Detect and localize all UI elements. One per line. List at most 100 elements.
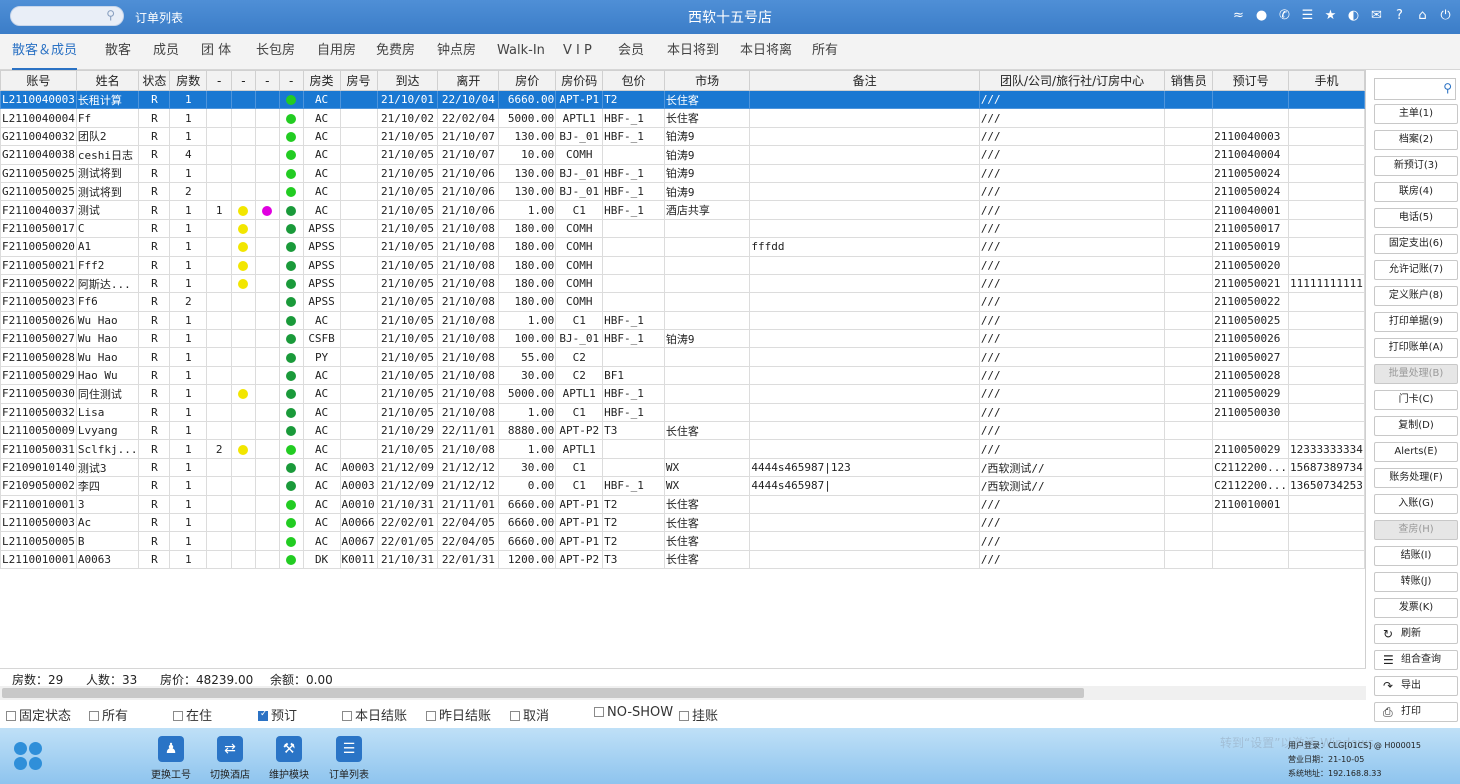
column-header[interactable]: 手机 <box>1288 70 1365 91</box>
table-row[interactable]: F2110040037 测试 R 1 1 AC 21/10/05 21/10/06 1.00 C1… <box>0 200 1365 220</box>
chat-icon[interactable]: ● <box>1253 7 1270 25</box>
change-operator-button[interactable]: ♟ 更换工号 <box>145 736 197 781</box>
column-header[interactable]: 市场 <box>663 70 751 91</box>
table-row[interactable]: L2110010001 A0063 R 1 DK K0011 21/10/31 22/01/3… <box>0 549 1365 570</box>
table-row[interactable]: L2110050005 B R 1 AC A0067 22/01/05 22/04/05 666… <box>0 531 1365 551</box>
filter-checkbox[interactable]: 取消 <box>510 705 549 724</box>
sidebar-tool-button[interactable]: ↷ 导出 <box>1374 676 1458 696</box>
table-row[interactable]: G2110050025 测试将到 R 1 AC 21/10/05 21/10/06 130.0… <box>0 163 1365 183</box>
column-header[interactable]: 离开 <box>437 70 500 91</box>
sidebar-action-button[interactable]: 账务处理(F) <box>1374 468 1458 488</box>
checkbox-icon[interactable] <box>258 709 268 721</box>
table-row[interactable]: F2110050032 Lisa R 1 AC 21/10/05 21/10/08 1.00 C… <box>0 402 1365 423</box>
column-header[interactable]: 团队/公司/旅行社/订房中心 <box>978 70 1166 91</box>
table-row[interactable]: L2110040003 长租计算 R 1 AC 21/10/01 22/10/04 6660.… <box>0 89 1365 110</box>
sidebar-action-button[interactable]: 固定支出(6) <box>1374 234 1458 254</box>
sidebar-action-button[interactable]: 查房(H) <box>1374 520 1458 540</box>
sidebar-action-button[interactable]: 批量处理(B) <box>1374 364 1458 384</box>
filter-checkbox[interactable]: 固定状态 <box>6 705 71 724</box>
tab-walkin[interactable]: 散客 <box>105 34 131 70</box>
checkbox-icon[interactable] <box>89 711 99 721</box>
phone-icon[interactable]: ✆ <box>1276 7 1293 25</box>
checkbox-icon[interactable] <box>679 711 689 721</box>
checkbox-icon[interactable] <box>426 711 436 721</box>
search-icon[interactable]: ⚲ <box>1443 81 1452 95</box>
checkbox-icon[interactable] <box>6 711 16 721</box>
column-header[interactable]: 备注 <box>749 70 980 91</box>
filter-checkbox[interactable]: 预订 <box>258 705 297 724</box>
scrollbar-thumb[interactable] <box>2 688 1084 698</box>
sidebar-action-button[interactable]: 允许记账(7) <box>1374 260 1458 280</box>
wifi-icon[interactable]: ≈ <box>1230 7 1247 25</box>
table-row[interactable]: F2110050029 Hao Wu R 1 AC 21/10/05 21/10/08 30.… <box>0 365 1365 386</box>
sidebar-action-button[interactable]: 新预订(3) <box>1374 156 1458 176</box>
column-header[interactable]: - <box>278 70 304 91</box>
tab-walk-in[interactable]: Walk-In <box>497 34 545 70</box>
filter-checkbox[interactable]: 本日结账 <box>342 705 407 724</box>
sidebar-tool-button[interactable]: ↻ 刷新 <box>1374 624 1458 644</box>
tab-long-stay[interactable]: 长包房 <box>256 34 295 70</box>
sidebar-action-button[interactable]: 打印单据(9) <box>1374 312 1458 332</box>
column-header[interactable]: 账号 <box>0 70 77 91</box>
column-header[interactable]: 房价码 <box>555 70 604 91</box>
star-icon[interactable]: ★ <box>1322 7 1339 25</box>
checkbox-icon[interactable] <box>173 711 183 721</box>
table-row[interactable]: F2109050002 李四 R 1 AC A0003 21/12/09 21/12/12 0.… <box>0 476 1365 496</box>
table-row[interactable]: G2110050025 测试将到 R 2 AC 21/10/05 21/10/06 130.0… <box>0 181 1365 202</box>
column-header[interactable]: - <box>231 70 256 91</box>
horizontal-scrollbar[interactable] <box>0 686 1366 700</box>
tab-hourly[interactable]: 钟点房 <box>437 34 476 70</box>
column-header[interactable]: 房数 <box>169 70 208 91</box>
sidebar-action-button[interactable]: 发票(K) <box>1374 598 1458 618</box>
sidebar-action-button[interactable]: 电话(5) <box>1374 208 1458 228</box>
tab-complimentary[interactable]: 免费房 <box>376 34 415 70</box>
table-row[interactable]: F2110050023 Ff6 R 2 APSS 21/10/05 21/10/08 180.… <box>0 292 1365 312</box>
search-icon[interactable]: ⚲ <box>106 8 115 22</box>
power-icon[interactable]: ⏻ <box>1437 7 1454 25</box>
table-row[interactable]: F2110050027 Wu Hao R 1 CSFB 21/10/05 21/10/08 1… <box>0 329 1365 349</box>
global-search-input[interactable]: ⚲ <box>10 6 124 26</box>
column-header[interactable]: 包价 <box>602 70 665 91</box>
sidebar-tool-button[interactable]: ☰ 组合查询 <box>1374 650 1458 670</box>
tab-group[interactable]: 团 体 <box>201 34 231 70</box>
table-row[interactable]: F2110050021 Fff2 R 1 APSS 21/10/05 21/10/08 180… <box>0 255 1365 275</box>
column-header[interactable]: - <box>254 70 280 91</box>
column-header[interactable]: 预订号 <box>1212 70 1290 91</box>
checkbox-icon[interactable] <box>510 711 520 721</box>
table-row[interactable]: F2110050030 同住测试 R 1 AC 21/10/05 21/10/08 5000.… <box>0 384 1365 404</box>
tab-all[interactable]: 所有 <box>812 34 838 70</box>
filter-checkbox[interactable]: 在住 <box>173 705 212 724</box>
table-row[interactable]: F2110050028 Wu Hao R 1 PY 21/10/05 21/10/08 55.… <box>0 347 1365 367</box>
table-row[interactable]: F2110050022 阿斯达... R 1 APSS 21/10/05 21/10/08 1… <box>0 273 1365 294</box>
sidebar-action-button[interactable]: 复制(D) <box>1374 416 1458 436</box>
table-row[interactable]: F2110050020 A1 R 1 APSS 21/10/05 21/10/08 180.0… <box>0 237 1365 257</box>
table-row[interactable]: F2110050017 C R 1 APSS 21/10/05 21/10/08 180.00… <box>0 218 1365 239</box>
sidebar-action-button[interactable]: 打印账单(A) <box>1374 338 1458 358</box>
tab-house-use[interactable]: 自用房 <box>317 34 356 70</box>
filter-checkbox[interactable]: 挂账 <box>679 705 718 724</box>
column-header[interactable]: 到达 <box>376 70 439 91</box>
table-row[interactable]: F2110050026 Wu Hao R 1 AC 21/10/05 21/10/08 1.0… <box>0 310 1365 331</box>
table-row[interactable]: L2110040004 Ff R 1 AC 21/10/02 22/02/04 5000.00… <box>0 108 1365 128</box>
menu-icon[interactable]: ☰ <box>1299 7 1316 25</box>
sidebar-tool-button[interactable]: ⎙ 打印 <box>1374 702 1458 722</box>
column-header[interactable]: 房号 <box>339 70 378 91</box>
sidebar-action-button[interactable]: 门卡(C) <box>1374 390 1458 410</box>
order-grid[interactable]: 账号 姓名 状态 房数 - - - - 房类 房号 到达 离开 房价 房价码 包价 市场 备注 团队/公司/旅行社… <box>0 70 1366 668</box>
sidebar-action-button[interactable]: 联房(4) <box>1374 182 1458 202</box>
sidebar-action-button[interactable]: 定义账户(8) <box>1374 286 1458 306</box>
mail-icon[interactable]: ✉ <box>1368 7 1385 25</box>
sidebar-action-button[interactable]: 转账(J) <box>1374 572 1458 592</box>
filter-checkbox[interactable]: 所有 <box>89 705 128 724</box>
tab-members[interactable]: 成员 <box>153 34 179 70</box>
tab-walkin-members[interactable]: 散客＆成员 <box>12 34 78 70</box>
sidebar-search-input[interactable]: ⚲ <box>1374 78 1456 100</box>
sidebar-action-button[interactable]: 入账(G) <box>1374 494 1458 514</box>
column-header[interactable]: 姓名 <box>75 70 140 91</box>
tab-departing-today[interactable]: 本日将离 <box>740 34 792 70</box>
table-row[interactable]: L2110050009 Lvyang R 1 AC 21/10/29 22/11/01 888… <box>0 421 1365 441</box>
column-header[interactable]: 销售员 <box>1164 70 1214 91</box>
sidebar-action-button[interactable]: 结账(I) <box>1374 546 1458 566</box>
table-row[interactable]: G2110040038 ceshi日志 R 4 AC 21/10/05 21/10/07 10… <box>0 145 1365 165</box>
table-row[interactable]: F2110050031 Sclfkj... R 1 2 AC 21/10/05 21/10/0… <box>0 439 1365 459</box>
